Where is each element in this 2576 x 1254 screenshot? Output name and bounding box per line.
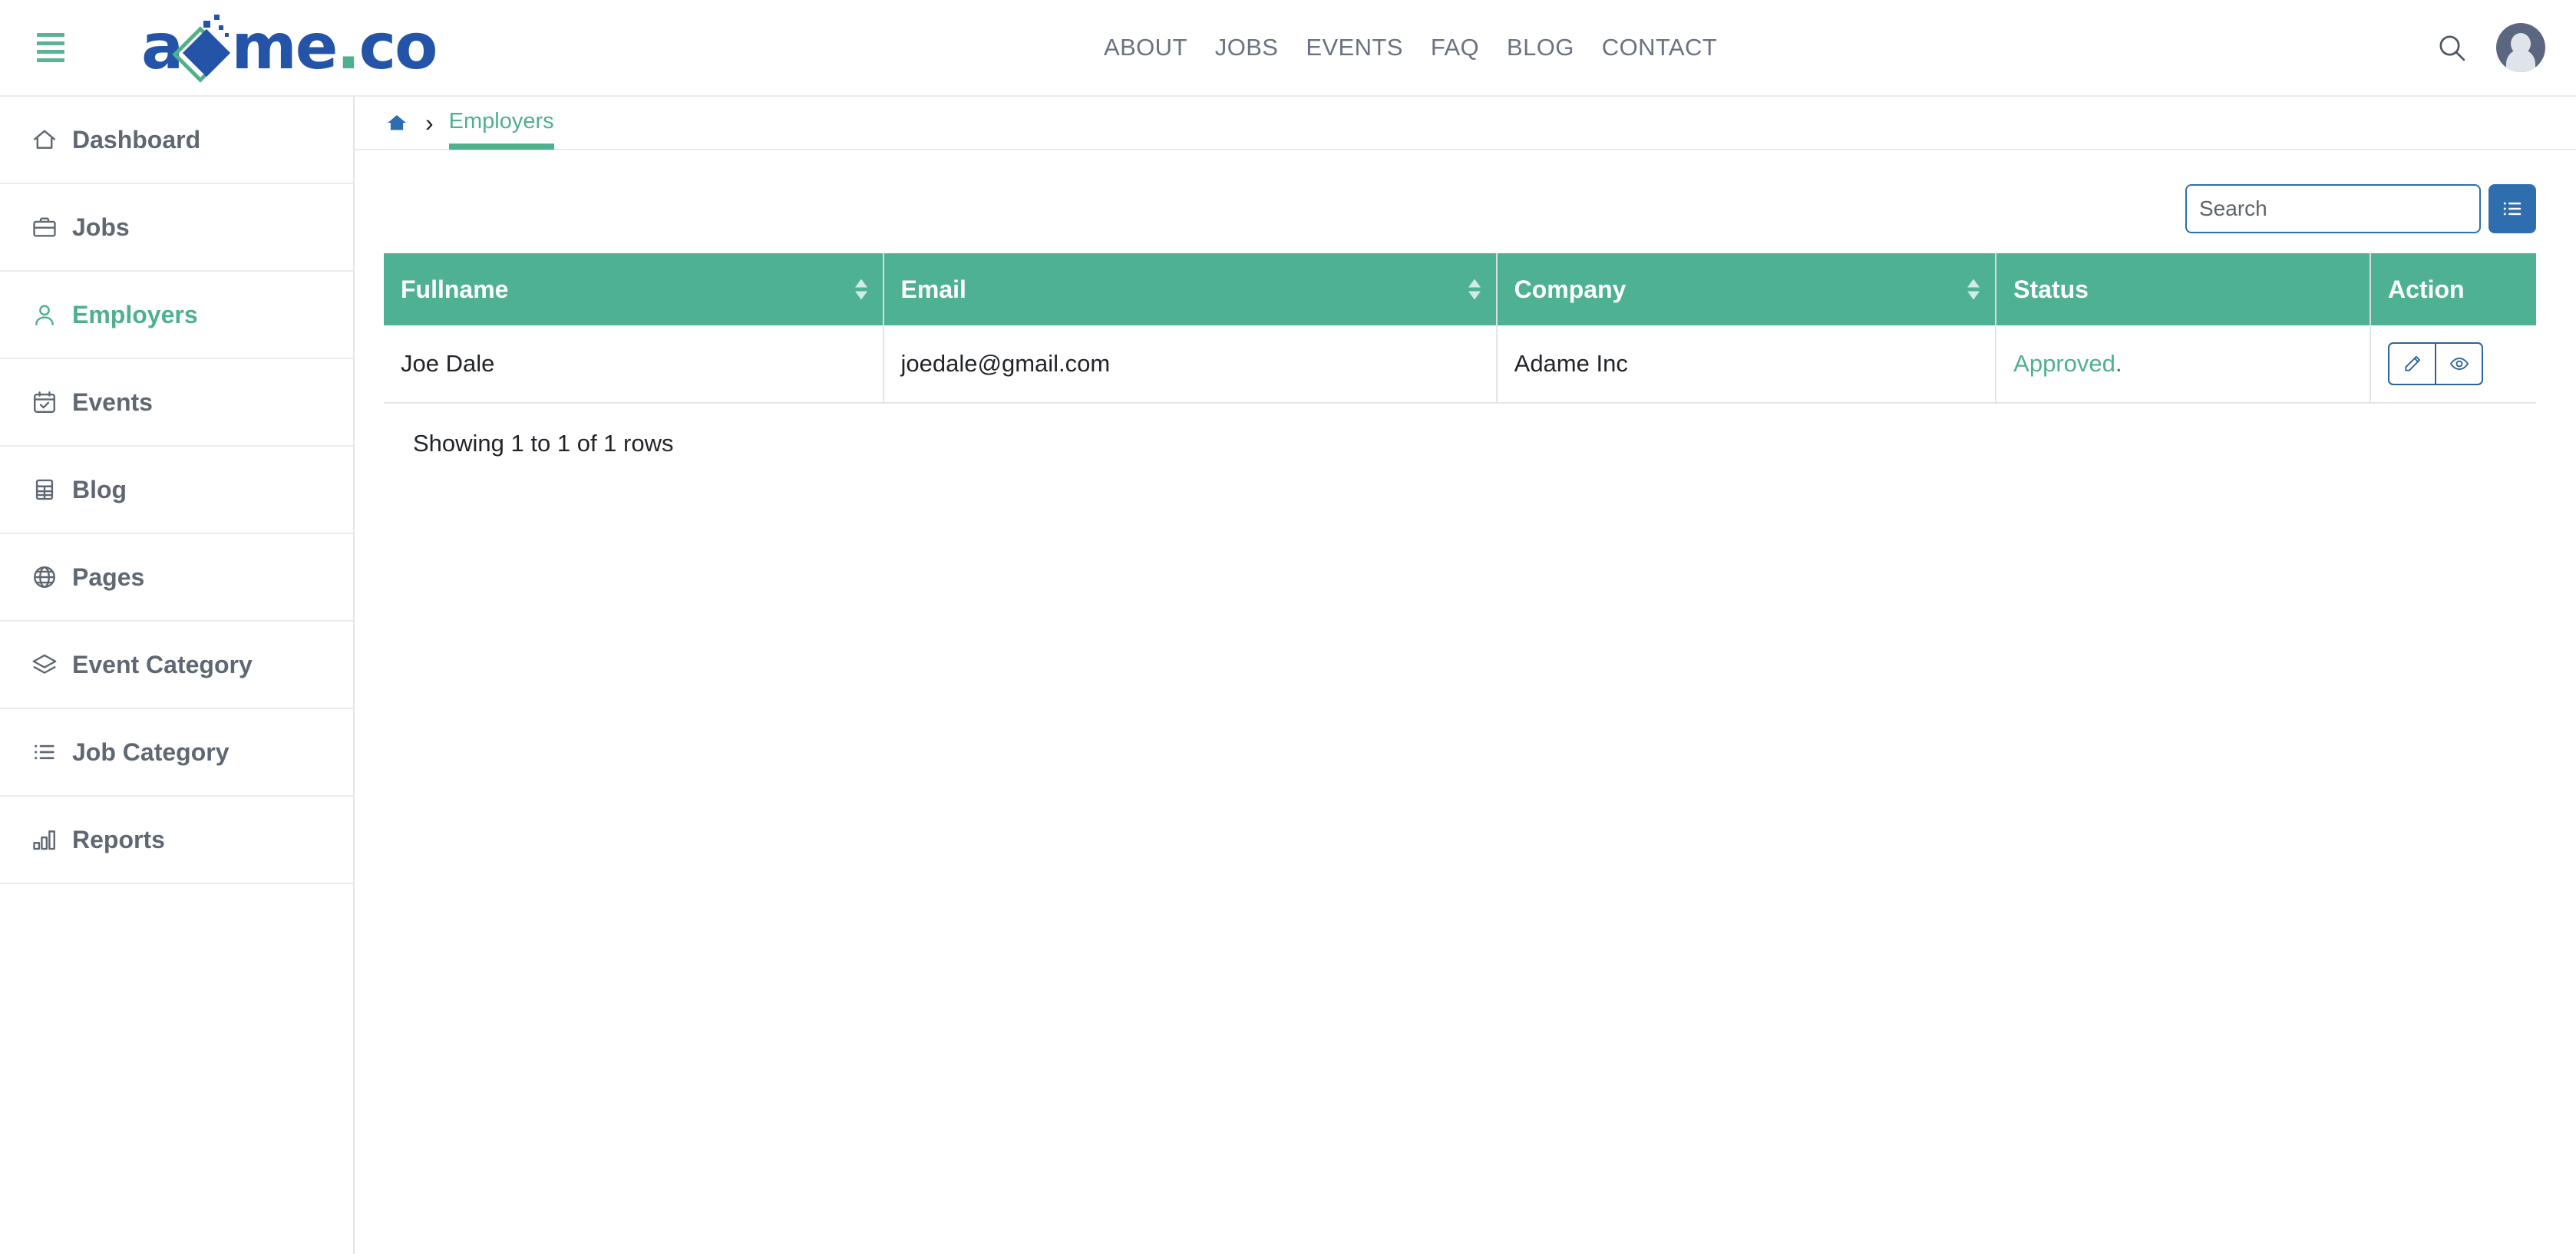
logo-diamond-icon [172,15,234,83]
breadcrumb-separator-icon: › [425,109,434,137]
avatar-body [2506,49,2535,72]
sidebar-item-label: Employers [72,300,198,328]
header-actions [2432,0,2545,95]
sidebar: Dashboard Jobs Employers Events Blog Pag… [0,95,355,1254]
column-header-label: Fullname [401,275,509,303]
sort-icon[interactable] [1967,279,1980,300]
nav-item-about[interactable]: ABOUT [1090,34,1201,61]
hamburger-line [37,58,64,62]
logo-wordmark: a me . co [141,11,438,84]
sidebar-item-label: Jobs [72,213,130,241]
logo-text-before: a [141,11,183,84]
table-header: Fullname Email Company Status Action [384,253,2536,325]
table-toolbar [355,150,2576,233]
globe-icon [29,562,60,592]
home-icon [29,124,60,155]
sidebar-item-label: Pages [72,563,145,591]
logo-dot: . [336,11,360,84]
column-header-label: Action [2388,275,2465,303]
table-footer-status: Showing 1 to 1 of 1 rows [413,430,674,457]
sidebar-item-pages[interactable]: Pages [0,534,353,622]
column-header-company[interactable]: Company [1496,253,1997,325]
sidebar-item-event-category[interactable]: Event Category [0,622,353,709]
layers-icon [29,649,60,680]
table-header-row: Fullname Email Company Status Action [384,253,2536,325]
cell-company: Adame Inc [1496,325,1997,404]
table-body: Joe Dale joedale@gmail.com Adame Inc App… [384,325,2536,404]
bar-chart-icon [29,824,60,855]
table-icon [29,474,60,505]
search-icon[interactable] [2432,28,2472,68]
site-logo[interactable]: a me . co [141,0,438,95]
sort-icon[interactable] [1468,279,1481,300]
sidebar-item-label: Events [72,388,153,416]
logo-sparkle [225,33,230,37]
avatar[interactable] [2496,23,2545,72]
cell-fullname: Joe Dale [384,325,884,404]
nav-item-events[interactable]: EVENTS [1292,34,1416,61]
sidebar-item-jobs[interactable]: Jobs [0,184,353,272]
hamburger-line [37,50,64,54]
column-header-label: Status [2013,275,2089,303]
column-header-fullname[interactable]: Fullname [384,253,884,325]
employers-table: Fullname Email Company Status Action Joe… [384,253,2536,404]
nav-item-contact[interactable]: CONTACT [1588,34,1731,61]
sidebar-item-label: Job Category [72,738,230,766]
sidebar-item-employers[interactable]: Employers [0,272,353,359]
sort-icon[interactable] [854,279,867,300]
column-header-status: Status [1996,253,2372,325]
search-input[interactable] [2185,184,2481,233]
logo-sparkle [219,25,224,30]
sidebar-item-blog[interactable]: Blog [0,447,353,534]
sidebar-item-label: Blog [72,475,127,503]
employers-table-container: Fullname Email Company Status Action Joe… [355,233,2576,457]
hamburger-line [37,41,64,45]
column-header-label: Company [1514,275,1627,303]
cell-status: Approved. [1996,325,2372,404]
sidebar-item-job-category[interactable]: Job Category [0,709,353,797]
column-header-email[interactable]: Email [883,253,1498,325]
list-ul-icon [29,737,60,767]
hamburger-line [37,33,64,37]
status-badge: Approved. [2013,350,2122,377]
column-header-label: Email [900,275,966,303]
breadcrumb: › Employers [355,95,2576,150]
calendar-icon [29,387,60,417]
sidebar-item-reports[interactable]: Reports [0,797,353,884]
sidebar-item-label: Event Category [72,650,253,678]
nav-item-blog[interactable]: BLOG [1493,34,1588,61]
column-header-action: Action [2370,253,2536,325]
sidebar-item-label: Reports [72,825,165,853]
logo-sparkle [214,15,220,20]
view-button[interactable] [2436,342,2484,385]
logo-sparkle [203,21,211,28]
logo-text-after: me [231,11,338,84]
hamburger-menu-icon[interactable] [37,32,71,63]
top-header-bar: a me . co ABOUT JOBS EVENTS FAQ BLOG CON… [0,0,2576,95]
main-content: › Employers Search Fullname Email Compan… [355,95,2576,1254]
list-view-button[interactable] [2488,184,2536,233]
sidebar-item-dashboard[interactable]: Dashboard [0,97,353,184]
cell-action [2370,325,2536,404]
logo-text-end: co [358,11,438,84]
sidebar-item-label: Dashboard [72,125,201,153]
status-suffix: . [2115,350,2122,377]
sidebar-item-events[interactable]: Events [0,359,353,447]
cell-email: joedale@gmail.com [883,325,1498,404]
user-icon [29,299,60,330]
nav-item-jobs[interactable]: JOBS [1201,34,1293,61]
breadcrumb-current-page[interactable]: Employers [448,109,554,150]
breadcrumb-home-icon[interactable] [384,110,410,136]
main-navigation: ABOUT JOBS EVENTS FAQ BLOG CONTACT [1090,0,1731,95]
action-button-group [2388,342,2484,385]
nav-item-faq[interactable]: FAQ [1417,34,1493,61]
briefcase-icon [29,212,60,243]
table-row: Joe Dale joedale@gmail.com Adame Inc App… [384,325,2536,404]
status-text: Approved [2013,350,2115,377]
page-layout: Dashboard Jobs Employers Events Blog Pag… [0,95,2576,1254]
edit-button[interactable] [2388,342,2436,385]
